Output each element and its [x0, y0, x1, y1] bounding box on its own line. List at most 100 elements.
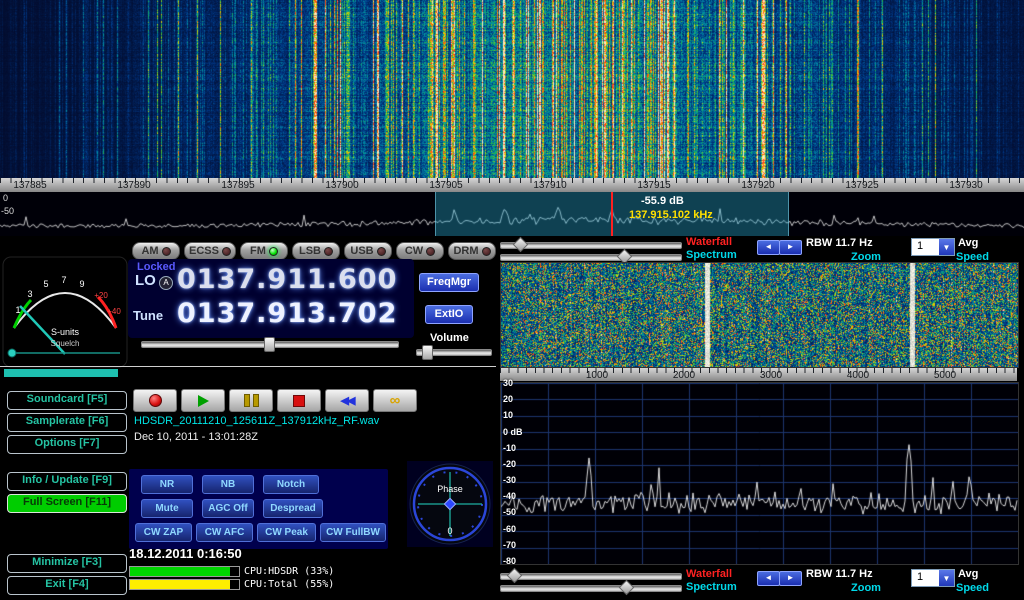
speed-dropdown-top[interactable]: 1 ▼ [911, 238, 955, 256]
soundcard-button[interactable]: Soundcard [F5] [7, 391, 127, 410]
cursor-db-readout: -55.9 dB [641, 195, 684, 207]
spectrum-label-top: Spectrum [686, 249, 737, 261]
rewind-button[interactable]: ◀◀ [325, 389, 369, 412]
loop-button[interactable]: ∞ [373, 389, 417, 412]
exit-button[interactable]: Exit [F4] [7, 576, 127, 595]
squelch-slider-track[interactable] [0, 366, 496, 367]
s-units-label: S-units [51, 327, 80, 337]
mode-label: LSB [299, 245, 321, 257]
phase-value: 0 [447, 526, 452, 536]
freqmgr-button[interactable]: FreqMgr [419, 273, 479, 292]
cw-afc-button[interactable]: CW AFC [196, 523, 253, 542]
speed-dropdown-bottom[interactable]: 1 ▼ [911, 569, 955, 587]
mute-button[interactable]: Mute [141, 499, 193, 518]
lo-frequency-digits[interactable]: 0137.911.600 [177, 266, 397, 293]
zoom-in-button-bottom[interactable]: ► [779, 571, 802, 586]
options-button[interactable]: Options [F7] [7, 435, 127, 454]
freq-tick: 4000 [847, 370, 869, 381]
play-button[interactable] [181, 389, 225, 412]
waterfall-contrast-slider[interactable] [500, 254, 682, 261]
fullscreen-button[interactable]: Full Screen [F11] [7, 494, 127, 513]
pause-icon [253, 394, 259, 407]
volume-slider[interactable] [416, 349, 492, 356]
mode-button-row: AM ECSS FM LSB USB CW DRM [132, 242, 496, 260]
cw-fullbw-button[interactable]: CW FullBW [320, 523, 386, 542]
cpu-hdsdr-bar-fill [130, 567, 230, 576]
chevron-down-icon[interactable]: ▼ [939, 239, 954, 255]
tuning-slider-handle[interactable] [264, 337, 275, 352]
pause-button[interactable] [229, 389, 273, 412]
volume-label: Volume [430, 332, 469, 344]
s-meter-tick-label: 7 [61, 275, 66, 285]
waterfall-label-top: Waterfall [686, 236, 732, 248]
mode-button-usb[interactable]: USB [344, 242, 392, 260]
squelch-knob[interactable] [8, 349, 16, 357]
loop-icon: ∞ [390, 393, 401, 408]
audio-spectrum-display[interactable] [500, 382, 1019, 565]
phase-label: Phase [437, 484, 463, 494]
agc-off-button[interactable]: AGC Off [202, 499, 254, 518]
cpu-total-bar [129, 579, 240, 590]
transport-controls: ◀◀ ∞ [133, 389, 421, 412]
rbw-readout-bottom: RBW 11.7 Hz [806, 568, 873, 580]
freq-tick: 1000 [586, 370, 608, 381]
main-waterfall-display[interactable] [0, 0, 1024, 178]
mode-button-am[interactable]: AM [132, 242, 180, 260]
s-meter-tick-label: +40 [107, 307, 121, 316]
playback-file-name: HDSDR_20111210_125611Z_137912kHz_RF.wav [134, 415, 379, 427]
mode-label: DRM [453, 245, 478, 257]
phase-dial[interactable]: Phase 0 [407, 461, 493, 547]
speed-label-bottom: Speed [956, 582, 989, 594]
s-meter-tick-label: 9 [79, 279, 84, 289]
s-meter-tick-label: 3 [27, 289, 32, 299]
zoom-out-button-top[interactable]: ◄ [757, 240, 780, 255]
main-frequency-ruler[interactable]: 137885 137890 137895 137900 137905 13791… [0, 178, 1024, 192]
s-meter[interactable]: 1 3 5 7 9 +20 +40 S-units Squelch [2, 256, 128, 368]
zoom-in-button-top[interactable]: ► [779, 240, 802, 255]
nb-button[interactable]: NB [202, 475, 254, 494]
mode-button-fm[interactable]: FM [240, 242, 288, 260]
nr-button[interactable]: NR [141, 475, 193, 494]
waterfall-brightness-slider[interactable] [500, 242, 682, 249]
mode-button-cw[interactable]: CW [396, 242, 444, 260]
cpu-total-bar-fill [130, 580, 230, 589]
volume-slider-handle[interactable] [422, 345, 433, 360]
chevron-down-icon[interactable]: ▼ [939, 570, 954, 586]
minimize-button[interactable]: Minimize [F3] [7, 554, 127, 573]
cw-zap-button[interactable]: CW ZAP [135, 523, 192, 542]
mode-button-ecss[interactable]: ECSS [184, 242, 236, 260]
lo-lock-button[interactable]: A [159, 276, 173, 290]
pause-icon [244, 394, 250, 407]
mode-button-lsb[interactable]: LSB [292, 242, 340, 260]
audio-frequency-ruler[interactable]: 1000 2000 3000 4000 5000 [500, 368, 1017, 381]
tune-label: Tune [133, 308, 163, 323]
cpu-hdsdr-label: CPU:HDSDR (33%) [244, 566, 334, 577]
dsp-row-2: Mute AGC Off Despread [141, 499, 323, 518]
zoom-out-button-bottom[interactable]: ◄ [757, 571, 780, 586]
led-icon [377, 247, 386, 256]
info-update-button[interactable]: Info / Update [F9] [7, 472, 127, 491]
samplerate-button[interactable]: Samplerate [F6] [7, 413, 127, 432]
rbw-readout-top: RBW 11.7 Hz [806, 237, 873, 249]
extio-button[interactable]: ExtIO [425, 305, 473, 324]
despread-button[interactable]: Despread [263, 499, 323, 518]
tuning-slider[interactable] [141, 341, 399, 348]
notch-button[interactable]: Notch [263, 475, 319, 494]
mode-label: USB [350, 245, 373, 257]
stop-button[interactable] [277, 389, 321, 412]
freq-tick: 5000 [934, 370, 956, 381]
spectrum-brightness-slider[interactable] [500, 573, 682, 580]
dsp-row-1: NR NB Notch [141, 475, 319, 494]
spectrum-label-bottom: Spectrum [686, 581, 737, 593]
freq-tick: 3000 [760, 370, 782, 381]
cw-peak-button[interactable]: CW Peak [257, 523, 316, 542]
tune-frequency-digits[interactable]: 0137.913.702 [177, 300, 397, 327]
freq-tick: 137915 [637, 180, 670, 191]
tune-cursor-line [611, 192, 613, 236]
spectrum-contrast-slider[interactable] [500, 585, 682, 592]
record-button[interactable] [133, 389, 177, 412]
mode-button-drm[interactable]: DRM [448, 242, 496, 260]
dsp-row-3: CW ZAP CW AFC CW Peak CW FullBW [135, 523, 386, 542]
zoom-label-bottom: Zoom [851, 582, 881, 594]
audio-waterfall-display[interactable] [500, 262, 1019, 368]
